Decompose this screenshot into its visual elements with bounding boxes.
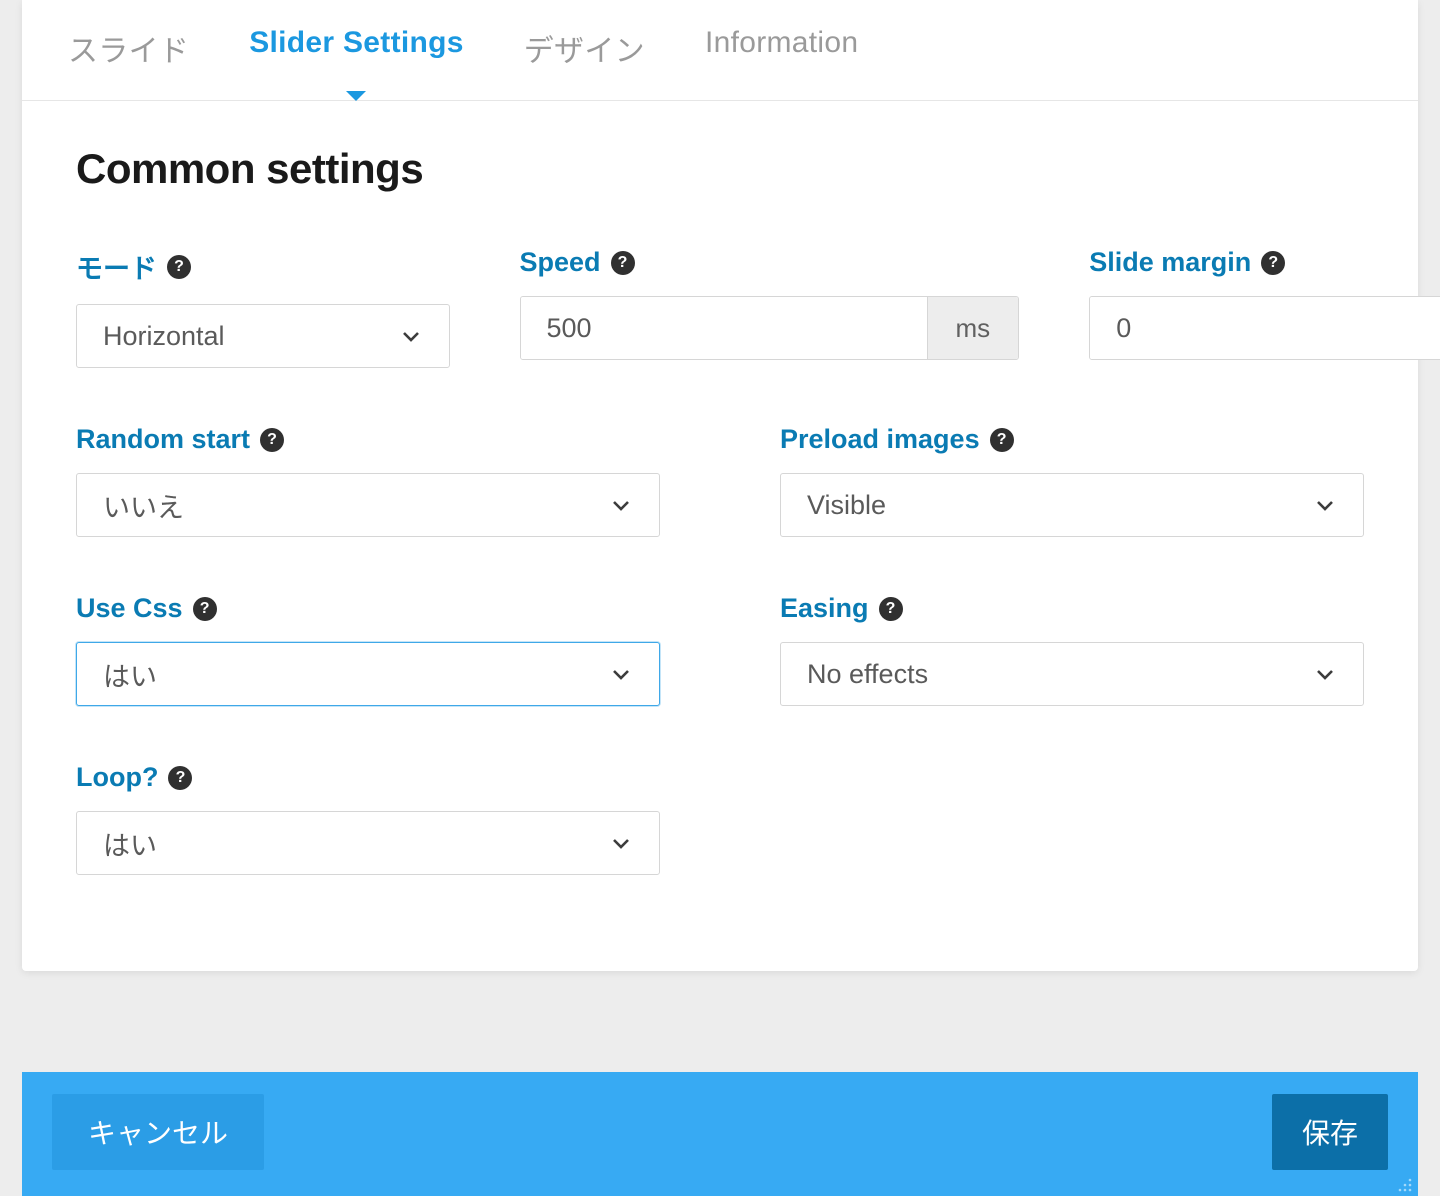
help-icon[interactable]: ?: [193, 597, 217, 621]
tab-information[interactable]: Information: [705, 26, 858, 100]
modal-body: スライド Slider Settings デザイン Information Co…: [22, 0, 1418, 971]
chevron-down-icon: [1313, 493, 1337, 517]
field-mode: モード ? Horizontal: [76, 247, 450, 368]
help-icon[interactable]: ?: [611, 251, 635, 275]
tab-slider-settings[interactable]: Slider Settings: [249, 26, 464, 100]
label-preload-images-text: Preload images: [780, 424, 980, 455]
chevron-down-icon: [609, 493, 633, 517]
chevron-down-icon: [609, 662, 633, 686]
label-preload-images: Preload images ?: [780, 424, 1364, 455]
cancel-button[interactable]: キャンセル: [52, 1094, 264, 1170]
select-use-css[interactable]: はい: [76, 642, 660, 706]
label-easing-text: Easing: [780, 593, 869, 624]
input-speed[interactable]: [521, 297, 927, 359]
label-slide-margin-text: Slide margin: [1089, 247, 1251, 278]
label-mode: モード ?: [76, 247, 450, 286]
resize-grip-icon[interactable]: [1395, 1175, 1413, 1193]
label-loop: Loop? ?: [76, 762, 660, 793]
help-icon[interactable]: ?: [168, 766, 192, 790]
select-mode-value: Horizontal: [103, 321, 399, 352]
label-loop-text: Loop?: [76, 762, 158, 793]
select-easing-value: No effects: [807, 659, 1313, 690]
help-icon[interactable]: ?: [260, 428, 284, 452]
chevron-down-icon: [1313, 662, 1337, 686]
select-random-start-value: いいえ: [103, 486, 609, 525]
label-random-start-text: Random start: [76, 424, 250, 455]
label-easing: Easing ?: [780, 593, 1364, 624]
input-speed-group: ms: [520, 296, 1020, 360]
field-preload-images: Preload images ? Visible: [780, 424, 1364, 537]
select-mode[interactable]: Horizontal: [76, 304, 450, 368]
modal-footer: キャンセル 保存: [22, 1072, 1418, 1196]
save-button[interactable]: 保存: [1272, 1094, 1388, 1170]
label-mode-text: モード: [76, 247, 157, 286]
label-speed-text: Speed: [520, 247, 601, 278]
select-use-css-value: はい: [103, 655, 609, 694]
content: Common settings モード ? Horizontal Speed ?: [22, 101, 1418, 971]
tab-slides[interactable]: スライド: [68, 26, 189, 100]
field-speed: Speed ? ms: [520, 247, 1020, 368]
label-speed: Speed ?: [520, 247, 1020, 278]
select-loop[interactable]: はい: [76, 811, 660, 875]
help-icon[interactable]: ?: [1261, 251, 1285, 275]
tab-design[interactable]: デザイン: [524, 26, 645, 100]
chevron-down-icon: [399, 324, 423, 348]
field-use-css: Use Css ? はい: [76, 593, 660, 706]
label-use-css: Use Css ?: [76, 593, 660, 624]
help-icon[interactable]: ?: [990, 428, 1014, 452]
label-random-start: Random start ?: [76, 424, 660, 455]
field-slide-margin: Slide margin ? px: [1089, 247, 1440, 368]
chevron-down-icon: [609, 831, 633, 855]
label-slide-margin: Slide margin ?: [1089, 247, 1440, 278]
addon-speed-unit: ms: [927, 297, 1019, 359]
label-use-css-text: Use Css: [76, 593, 183, 624]
select-preload-images-value: Visible: [807, 490, 1313, 521]
input-slide-margin[interactable]: [1090, 297, 1440, 359]
select-easing[interactable]: No effects: [780, 642, 1364, 706]
input-slide-margin-group: px: [1089, 296, 1440, 360]
select-preload-images[interactable]: Visible: [780, 473, 1364, 537]
help-icon[interactable]: ?: [879, 597, 903, 621]
tabs: スライド Slider Settings デザイン Information: [22, 0, 1418, 101]
select-loop-value: はい: [103, 824, 609, 863]
field-random-start: Random start ? いいえ: [76, 424, 660, 537]
select-random-start[interactable]: いいえ: [76, 473, 660, 537]
help-icon[interactable]: ?: [167, 255, 191, 279]
field-easing: Easing ? No effects: [780, 593, 1364, 706]
section-title: Common settings: [76, 145, 1364, 193]
field-loop: Loop? ? はい: [76, 762, 660, 875]
